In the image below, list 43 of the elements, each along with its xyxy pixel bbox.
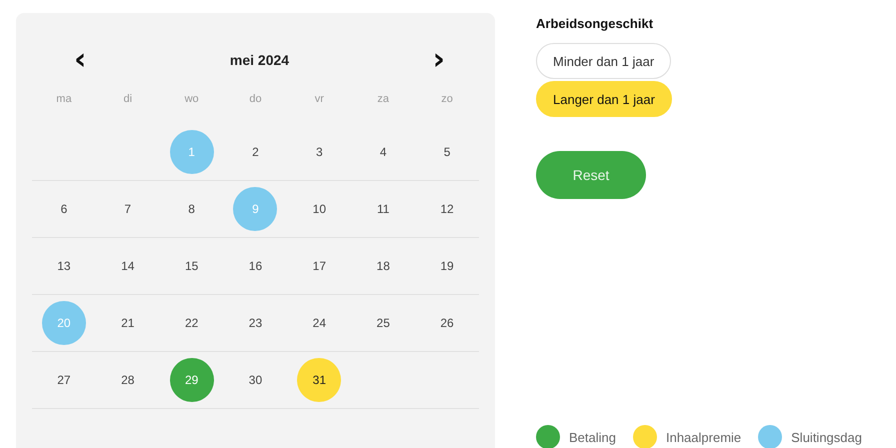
calendar-day[interactable]: 13 (42, 244, 86, 288)
legend-label: Betaling (569, 430, 616, 444)
filter-option[interactable]: Minder dan 1 jaar (536, 43, 672, 79)
calendar-day[interactable]: 3 (297, 130, 342, 174)
calendar-day[interactable]: 31 (297, 358, 342, 402)
calendar-day[interactable]: 26 (425, 301, 470, 345)
calendar-day[interactable]: 12 (425, 187, 470, 231)
previous-month-button[interactable]: ‹ (70, 45, 90, 75)
calendar-day[interactable]: 24 (297, 301, 342, 345)
calendar-day[interactable]: 14 (106, 244, 150, 288)
calendar-day[interactable]: 7 (106, 187, 150, 231)
next-month-button[interactable]: › (428, 45, 449, 75)
weekday-label: wo (184, 93, 199, 105)
calendar-day[interactable]: 27 (42, 358, 86, 402)
calendar-day[interactable]: 15 (170, 244, 214, 288)
calendar-day[interactable]: 8 (170, 187, 214, 231)
filter-option[interactable]: Langer dan 1 jaar (536, 81, 672, 117)
calendar-day[interactable]: 16 (233, 244, 278, 288)
weekday-label: di (123, 93, 132, 105)
calendar-day[interactable]: 30 (233, 358, 278, 402)
weekday-label: do (249, 93, 262, 105)
calendar-day[interactable]: 22 (170, 301, 214, 345)
weekday-label: ma (56, 93, 72, 105)
calendar-day[interactable]: 6 (42, 187, 86, 231)
calendar-day[interactable]: 2 (233, 130, 278, 174)
calendar-day[interactable]: 11 (361, 187, 406, 231)
weekday-label: za (377, 93, 390, 105)
calendar-day[interactable]: 19 (425, 244, 470, 288)
calendar-day[interactable]: 28 (106, 358, 150, 402)
legend-label: Inhaalpremie (666, 430, 742, 444)
calendar-day[interactable]: 4 (361, 130, 406, 174)
calendar-day[interactable]: 25 (361, 301, 406, 345)
calendar-day[interactable]: 21 (106, 301, 150, 345)
filter-title: Arbeidsongeschikt (536, 16, 654, 31)
calendar-day[interactable]: 18 (361, 244, 406, 288)
month-title: mei 2024 (230, 52, 290, 68)
legend-label: Sluitingsdag (791, 430, 862, 444)
weekday-label: vr (314, 93, 324, 105)
calendar-day[interactable]: 10 (297, 187, 342, 231)
calendar-day[interactable]: 17 (297, 244, 342, 288)
weekday-label: zo (441, 93, 453, 105)
calendar-day[interactable]: 5 (425, 130, 470, 174)
calendar-day[interactable]: 23 (233, 301, 278, 345)
